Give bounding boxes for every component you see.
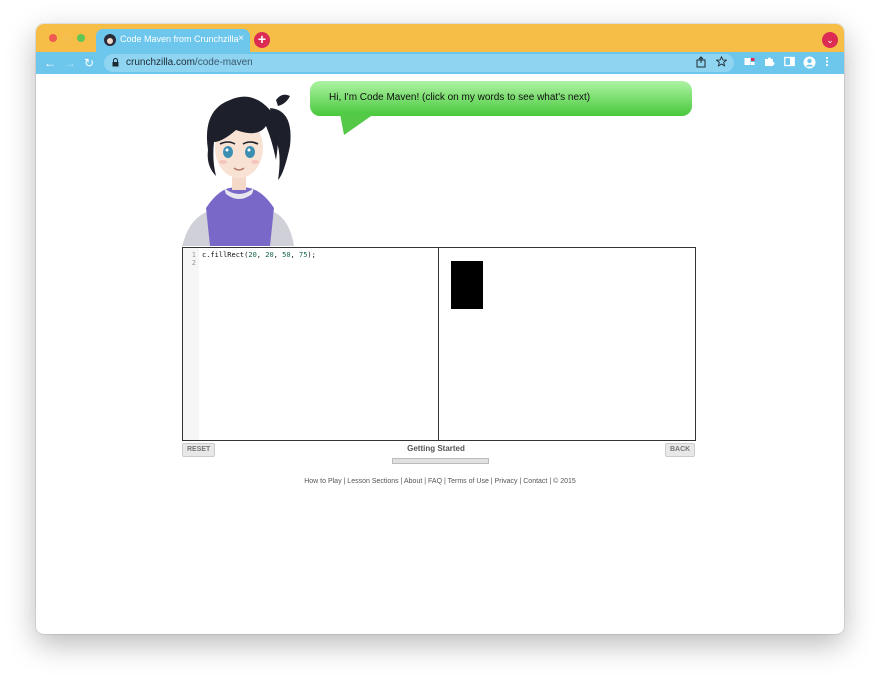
lock-icon[interactable]	[112, 58, 119, 69]
tab-close-icon[interactable]: ×	[238, 33, 244, 44]
tab-search-button[interactable]: ⌄	[822, 32, 838, 48]
output-canvas	[439, 248, 695, 440]
minimize-window-button[interactable]	[63, 34, 71, 42]
code-arg: 20	[248, 251, 257, 259]
drawn-rectangle	[451, 261, 483, 309]
lesson-progress-bar	[392, 458, 489, 464]
crunchzilla-favicon-icon	[104, 34, 116, 46]
extension-icon[interactable]	[744, 56, 755, 71]
footer-link-about[interactable]: About	[404, 478, 422, 485]
bookmark-star-icon[interactable]	[715, 55, 728, 70]
line-number: 1	[191, 251, 196, 259]
back-arrow-icon[interactable]: ←	[44, 55, 56, 71]
code-maven-character-image	[182, 80, 298, 246]
footer-link-lesson-sections[interactable]: Lesson Sections	[347, 478, 398, 485]
puzzle-icon[interactable]	[764, 56, 775, 71]
reset-button[interactable]: RESET	[182, 443, 216, 457]
url-host: crunchzilla.com	[126, 57, 195, 68]
copyright-text: © 2015	[553, 478, 576, 485]
footer-link-privacy[interactable]: Privacy	[495, 478, 518, 485]
footer-link-contact[interactable]: Contact	[523, 478, 547, 485]
footer-link-terms[interactable]: Terms of Use	[448, 478, 489, 485]
line-number: 2	[191, 259, 196, 267]
code-arg: 50	[282, 251, 291, 259]
sidebar-icon[interactable]	[784, 56, 795, 71]
close-window-button[interactable]	[49, 34, 57, 42]
back-button[interactable]: BACK	[665, 443, 696, 457]
browser-toolbar: ← → ↻ crunchzilla.com/code-maven	[36, 52, 844, 74]
tab-title: Code Maven from Crunchzilla	[120, 34, 239, 44]
account-icon[interactable]	[803, 56, 816, 73]
tab-code-maven[interactable]: Code Maven from Crunchzilla ×	[96, 29, 250, 52]
footer-link-how-to-play[interactable]: How to Play	[304, 478, 341, 485]
speech-bubble-tail	[340, 114, 374, 135]
browser-window: Code Maven from Crunchzilla × + ⌄ ← → ↻ …	[36, 24, 844, 634]
share-icon[interactable]	[696, 56, 706, 71]
more-icon[interactable]	[825, 56, 829, 71]
tab-bar: Code Maven from Crunchzilla × + ⌄	[36, 24, 844, 52]
code-arg: 20	[265, 251, 274, 259]
speech-bubble[interactable]: Hi, I'm Code Maven! (click on my words t…	[310, 81, 692, 116]
line-number-gutter: 1 2	[183, 248, 199, 440]
forward-arrow-icon[interactable]: →	[64, 55, 76, 71]
zoom-window-button[interactable]	[77, 34, 85, 42]
reload-icon[interactable]: ↻	[84, 55, 94, 71]
code-suffix: );	[307, 251, 316, 259]
code-editor-panel: 1 2 c.fillRect(20, 20, 50, 75);	[182, 247, 696, 441]
url-path: /code-maven	[194, 57, 253, 68]
url-text[interactable]: crunchzilla.com/code-maven	[126, 57, 253, 68]
address-bar[interactable]: crunchzilla.com/code-maven	[104, 54, 734, 72]
page-viewport: Hi, I'm Code Maven! (click on my words t…	[36, 74, 844, 634]
footer-links: How to Play | Lesson Sections | About | …	[36, 478, 844, 485]
new-tab-button[interactable]: +	[254, 32, 270, 48]
footer-link-faq[interactable]: FAQ	[428, 478, 442, 485]
code-line[interactable]: c.fillRect(20, 20, 50, 75);	[202, 251, 316, 259]
speech-text[interactable]: Hi, I'm Code Maven! (click on my words t…	[329, 92, 590, 103]
lesson-title: Getting Started	[407, 444, 465, 453]
code-function: c.fillRect(	[202, 251, 249, 259]
